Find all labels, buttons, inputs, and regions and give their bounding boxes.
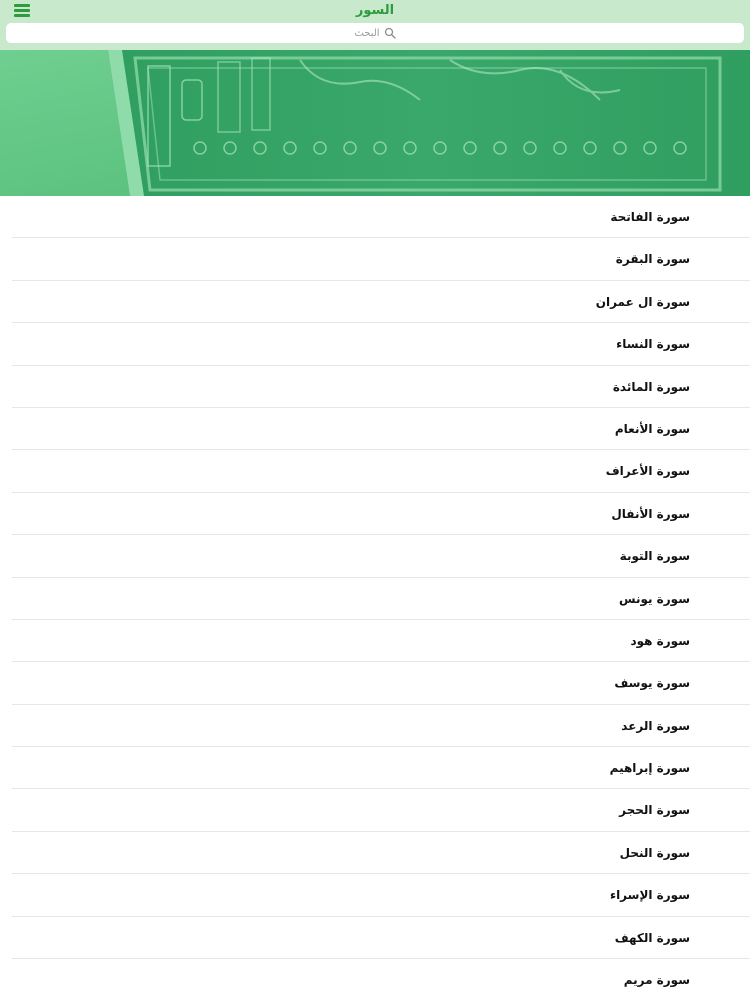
surah-label: سورة يوسف (614, 676, 690, 691)
surah-label: سورة النساء (616, 337, 690, 352)
surah-label: سورة التوبة (619, 549, 690, 564)
surah-label: سورة الرعد (621, 718, 690, 733)
list-item[interactable]: سورة المائدة (0, 366, 750, 409)
surah-label: سورة الأنفال (611, 506, 690, 521)
list-item[interactable]: سورة النساء (0, 323, 750, 366)
surah-list: سورة الفاتحة سورة البقرة سورة ال عمران س… (0, 196, 750, 1001)
list-item[interactable]: سورة البقرة (0, 238, 750, 282)
surah-label: سورة يونس (619, 591, 690, 606)
quran-book-image (0, 50, 750, 196)
list-item[interactable]: سورة الأنفال (0, 493, 750, 536)
surah-label: سورة البقرة (615, 252, 690, 267)
surah-label: سورة النحل (619, 845, 690, 860)
list-item[interactable]: سورة الحجر (0, 789, 750, 833)
search-placeholder: البحث (354, 27, 380, 39)
list-item[interactable]: سورة ال عمران (0, 281, 750, 324)
surah-label: سورة الفاتحة (610, 210, 690, 224)
surah-label: سورة الكهف (614, 930, 690, 945)
list-item[interactable]: سورة التوبة (0, 535, 750, 578)
page-title: السور (355, 3, 395, 18)
list-item[interactable]: سورة إبراهيم (0, 747, 750, 790)
list-item[interactable]: سورة مريم (0, 959, 750, 1001)
surah-label: سورة إبراهيم (609, 761, 690, 776)
surah-label: سورة مريم (623, 973, 690, 988)
surah-label: سورة الحجر (619, 803, 690, 818)
search-input[interactable]: البحث (6, 23, 744, 43)
list-item[interactable]: سورة يونس (0, 578, 750, 621)
surah-label: سورة الأعراف (605, 464, 690, 479)
list-item[interactable]: سورة النحل (0, 832, 750, 875)
list-item[interactable]: سورة الرعد (0, 705, 750, 748)
hero-banner-image (0, 50, 750, 196)
surah-label: سورة هود (630, 633, 691, 648)
list-item[interactable]: سورة الأنعام (0, 408, 750, 451)
list-item[interactable]: سورة الكهف (0, 917, 750, 960)
surah-label: سورة الإسراء (609, 888, 690, 903)
search-icon (384, 27, 396, 39)
list-item[interactable]: سورة الأعراف (0, 450, 750, 494)
surah-label: سورة ال عمران (595, 294, 690, 309)
list-item[interactable]: سورة هود (0, 620, 750, 663)
list-item[interactable]: سورة يوسف (0, 662, 750, 706)
list-item[interactable]: سورة الفاتحة (0, 196, 750, 239)
surah-label: سورة المائدة (612, 379, 690, 394)
list-item[interactable]: سورة الإسراء (0, 874, 750, 918)
navigation-bar: السور البحث (0, 0, 750, 50)
surah-label: سورة الأنعام (614, 421, 690, 436)
